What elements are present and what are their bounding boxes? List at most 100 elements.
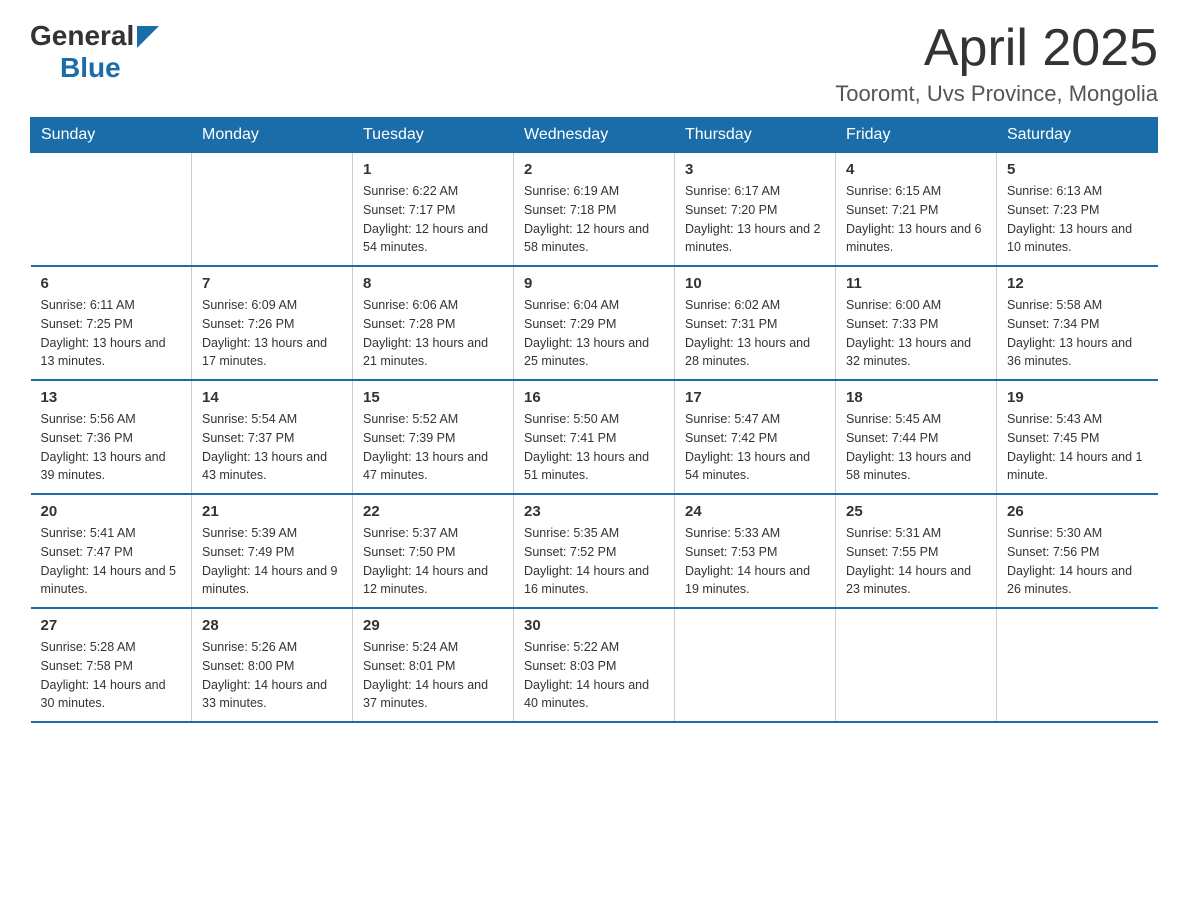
day-number: 18 (846, 389, 986, 406)
calendar-cell: 20 Sunrise: 5:41 AMSunset: 7:47 PMDayligh… (31, 494, 192, 608)
calendar-cell (997, 608, 1158, 722)
day-info: Sunrise: 5:50 AMSunset: 7:41 PMDaylight:… (524, 410, 664, 485)
day-info: Sunrise: 5:45 AMSunset: 7:44 PMDaylight:… (846, 410, 986, 485)
weekday-header-wednesday: Wednesday (514, 118, 675, 153)
day-number: 17 (685, 389, 825, 406)
calendar-cell: 16 Sunrise: 5:50 AMSunset: 7:41 PMDayligh… (514, 380, 675, 494)
calendar-week-row: 27 Sunrise: 5:28 AMSunset: 7:58 PMDayligh… (31, 608, 1158, 722)
calendar-cell: 21 Sunrise: 5:39 AMSunset: 7:49 PMDayligh… (192, 494, 353, 608)
calendar-cell: 23Sunrise: 5:35 AMSunset: 7:52 PMDayligh… (514, 494, 675, 608)
calendar-week-row: 1Sunrise: 6:22 AMSunset: 7:17 PMDaylight… (31, 153, 1158, 267)
calendar-cell: 10 Sunrise: 6:02 AMSunset: 7:31 PMDayligh… (675, 266, 836, 380)
day-info: Sunrise: 5:30 AMSunset: 7:56 PMDaylight:… (1007, 524, 1148, 599)
day-number: 16 (524, 389, 664, 406)
logo-arrow-icon (137, 26, 159, 48)
calendar-cell: 14 Sunrise: 5:54 AMSunset: 7:37 PMDayligh… (192, 380, 353, 494)
calendar-cell: 29Sunrise: 5:24 AMSunset: 8:01 PMDayligh… (353, 608, 514, 722)
calendar-cell: 27 Sunrise: 5:28 AMSunset: 7:58 PMDayligh… (31, 608, 192, 722)
day-info: Sunrise: 6:04 AMSunset: 7:29 PMDaylight:… (524, 296, 664, 371)
calendar-cell (192, 153, 353, 267)
calendar-cell: 17 Sunrise: 5:47 AMSunset: 7:42 PMDayligh… (675, 380, 836, 494)
day-info: Sunrise: 6:17 AMSunset: 7:20 PMDaylight:… (685, 182, 825, 257)
day-info: Sunrise: 5:47 AMSunset: 7:42 PMDaylight:… (685, 410, 825, 485)
calendar-header: SundayMondayTuesdayWednesdayThursdayFrid… (31, 118, 1158, 153)
day-number: 3 (685, 161, 825, 178)
day-info: Sunrise: 5:24 AMSunset: 8:01 PMDaylight:… (363, 638, 503, 713)
calendar-cell: 12Sunrise: 5:58 AMSunset: 7:34 PMDayligh… (997, 266, 1158, 380)
weekday-header-friday: Friday (836, 118, 997, 153)
day-number: 26 (1007, 503, 1148, 520)
calendar-cell: 24Sunrise: 5:33 AMSunset: 7:53 PMDayligh… (675, 494, 836, 608)
day-info: Sunrise: 6:15 AMSunset: 7:21 PMDaylight:… (846, 182, 986, 257)
day-number: 20 (41, 503, 182, 520)
logo: General Blue (30, 20, 159, 84)
day-number: 12 (1007, 275, 1148, 292)
weekday-header-monday: Monday (192, 118, 353, 153)
day-info: Sunrise: 5:28 AMSunset: 7:58 PMDaylight:… (41, 638, 182, 713)
calendar-cell: 18 Sunrise: 5:45 AMSunset: 7:44 PMDayligh… (836, 380, 997, 494)
day-number: 1 (363, 161, 503, 178)
calendar-cell: 13Sunrise: 5:56 AMSunset: 7:36 PMDayligh… (31, 380, 192, 494)
weekday-header-sunday: Sunday (31, 118, 192, 153)
logo-blue-text: Blue (60, 52, 121, 84)
calendar-cell: 7 Sunrise: 6:09 AMSunset: 7:26 PMDaylight… (192, 266, 353, 380)
day-info: Sunrise: 5:39 AMSunset: 7:49 PMDaylight:… (202, 524, 342, 599)
day-info: Sunrise: 6:09 AMSunset: 7:26 PMDaylight:… (202, 296, 342, 371)
day-number: 10 (685, 275, 825, 292)
month-title: April 2025 (835, 20, 1158, 77)
calendar-week-row: 6 Sunrise: 6:11 AMSunset: 7:25 PMDaylight… (31, 266, 1158, 380)
day-info: Sunrise: 5:26 AMSunset: 8:00 PMDaylight:… (202, 638, 342, 713)
day-number: 23 (524, 503, 664, 520)
day-number: 13 (41, 389, 182, 406)
weekday-header-tuesday: Tuesday (353, 118, 514, 153)
calendar-cell: 11Sunrise: 6:00 AMSunset: 7:33 PMDayligh… (836, 266, 997, 380)
day-number: 30 (524, 617, 664, 634)
day-number: 21 (202, 503, 342, 520)
calendar-cell: 28 Sunrise: 5:26 AMSunset: 8:00 PMDayligh… (192, 608, 353, 722)
logo-general-text: General (30, 20, 134, 52)
location-subtitle: Tooromt, Uvs Province, Mongolia (835, 81, 1158, 107)
calendar-cell: 5 Sunrise: 6:13 AMSunset: 7:23 PMDaylight… (997, 153, 1158, 267)
calendar-table: SundayMondayTuesdayWednesdayThursdayFrid… (30, 117, 1158, 723)
weekday-header-saturday: Saturday (997, 118, 1158, 153)
day-number: 6 (41, 275, 182, 292)
day-info: Sunrise: 5:52 AMSunset: 7:39 PMDaylight:… (363, 410, 503, 485)
day-info: Sunrise: 6:02 AMSunset: 7:31 PMDaylight:… (685, 296, 825, 371)
day-info: Sunrise: 6:13 AMSunset: 7:23 PMDaylight:… (1007, 182, 1148, 257)
day-info: Sunrise: 6:11 AMSunset: 7:25 PMDaylight:… (41, 296, 182, 371)
day-info: Sunrise: 6:06 AMSunset: 7:28 PMDaylight:… (363, 296, 503, 371)
day-info: Sunrise: 5:41 AMSunset: 7:47 PMDaylight:… (41, 524, 182, 599)
calendar-cell (836, 608, 997, 722)
weekday-header-thursday: Thursday (675, 118, 836, 153)
calendar-cell: 15 Sunrise: 5:52 AMSunset: 7:39 PMDayligh… (353, 380, 514, 494)
day-number: 5 (1007, 161, 1148, 178)
day-number: 24 (685, 503, 825, 520)
calendar-cell: 1Sunrise: 6:22 AMSunset: 7:17 PMDaylight… (353, 153, 514, 267)
calendar-cell: 25Sunrise: 5:31 AMSunset: 7:55 PMDayligh… (836, 494, 997, 608)
calendar-cell: 6 Sunrise: 6:11 AMSunset: 7:25 PMDaylight… (31, 266, 192, 380)
day-number: 27 (41, 617, 182, 634)
day-number: 22 (363, 503, 503, 520)
calendar-cell: 2 Sunrise: 6:19 AMSunset: 7:18 PMDaylight… (514, 153, 675, 267)
day-info: Sunrise: 5:54 AMSunset: 7:37 PMDaylight:… (202, 410, 342, 485)
day-number: 11 (846, 275, 986, 292)
calendar-cell (675, 608, 836, 722)
day-number: 15 (363, 389, 503, 406)
calendar-cell: 3 Sunrise: 6:17 AMSunset: 7:20 PMDaylight… (675, 153, 836, 267)
day-number: 7 (202, 275, 342, 292)
day-number: 19 (1007, 389, 1148, 406)
calendar-cell: 4Sunrise: 6:15 AMSunset: 7:21 PMDaylight… (836, 153, 997, 267)
weekday-header-row: SundayMondayTuesdayWednesdayThursdayFrid… (31, 118, 1158, 153)
day-info: Sunrise: 5:31 AMSunset: 7:55 PMDaylight:… (846, 524, 986, 599)
calendar-cell: 22Sunrise: 5:37 AMSunset: 7:50 PMDayligh… (353, 494, 514, 608)
calendar-week-row: 13Sunrise: 5:56 AMSunset: 7:36 PMDayligh… (31, 380, 1158, 494)
calendar-cell: 19Sunrise: 5:43 AMSunset: 7:45 PMDayligh… (997, 380, 1158, 494)
calendar-cell: 8Sunrise: 6:06 AMSunset: 7:28 PMDaylight… (353, 266, 514, 380)
day-number: 2 (524, 161, 664, 178)
day-number: 9 (524, 275, 664, 292)
calendar-cell: 30Sunrise: 5:22 AMSunset: 8:03 PMDayligh… (514, 608, 675, 722)
day-number: 28 (202, 617, 342, 634)
day-number: 14 (202, 389, 342, 406)
calendar-cell: 26 Sunrise: 5:30 AMSunset: 7:56 PMDayligh… (997, 494, 1158, 608)
day-info: Sunrise: 6:19 AMSunset: 7:18 PMDaylight:… (524, 182, 664, 257)
